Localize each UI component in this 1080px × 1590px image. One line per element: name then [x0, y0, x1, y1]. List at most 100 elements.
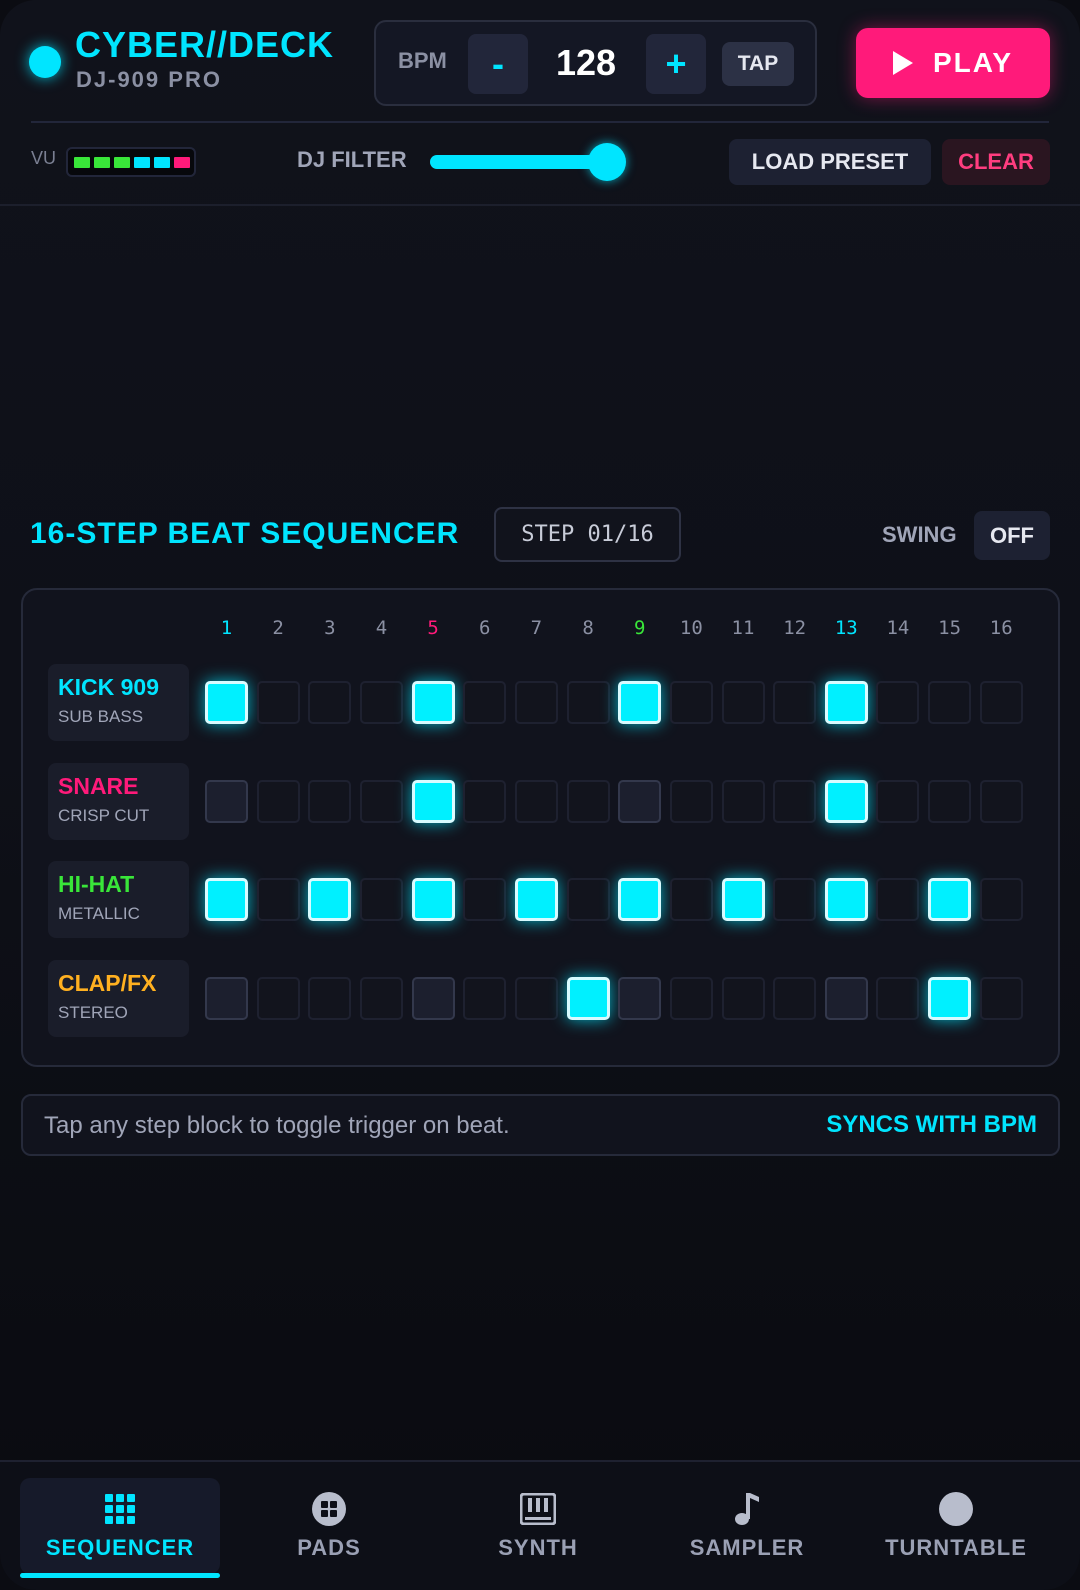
piano-keys-icon: [520, 1491, 556, 1527]
step-cell[interactable]: [979, 780, 1023, 823]
step-cell[interactable]: [721, 780, 765, 823]
step-cell[interactable]: [514, 977, 558, 1020]
step-number-3: 3: [324, 617, 336, 639]
play-button[interactable]: PLAY: [856, 28, 1050, 98]
step-cell[interactable]: [721, 681, 765, 724]
step-cell[interactable]: [773, 780, 817, 823]
step-cell[interactable]: [669, 681, 713, 724]
nav-item-sampler[interactable]: SAMPLER: [647, 1478, 847, 1574]
track-label[interactable]: CLAP/FX STEREO: [48, 960, 189, 1037]
nav-label: SYNTH: [498, 1535, 578, 1560]
tap-tempo-button[interactable]: TAP: [722, 42, 794, 86]
step-cell[interactable]: [411, 780, 455, 823]
step-cell[interactable]: [928, 977, 972, 1020]
bpm-decrease-button[interactable]: -: [468, 34, 528, 94]
step-cell[interactable]: [308, 977, 352, 1020]
step-cell[interactable]: [721, 878, 765, 921]
step-cell[interactable]: [876, 681, 920, 724]
step-cell[interactable]: [205, 878, 248, 921]
step-cell[interactable]: [618, 977, 662, 1020]
step-cell[interactable]: [205, 681, 248, 724]
step-cell[interactable]: [824, 780, 868, 823]
step-cell[interactable]: [773, 681, 817, 724]
nav-item-sequencer[interactable]: SEQUENCER: [20, 1478, 220, 1578]
step-cell[interactable]: [256, 977, 300, 1020]
bpm-increase-button[interactable]: +: [646, 34, 706, 94]
step-cell[interactable]: [773, 878, 817, 921]
top-bar: CYBER//DECK DJ-909 PRO BPM - 128 + TAP P…: [0, 0, 1080, 122]
step-cell[interactable]: [359, 780, 403, 823]
divider: [31, 121, 1049, 123]
step-cell[interactable]: [463, 977, 507, 1020]
step-cell[interactable]: [876, 878, 920, 921]
vu-segment: [154, 156, 170, 168]
track-label[interactable]: KICK 909 SUB BASS: [48, 664, 189, 741]
step-cell[interactable]: [514, 878, 558, 921]
step-cell[interactable]: [721, 977, 765, 1020]
step-number-5: 5: [427, 617, 439, 639]
step-cell[interactable]: [359, 681, 403, 724]
step-cell[interactable]: [463, 780, 507, 823]
step-cell[interactable]: [308, 878, 352, 921]
clear-button[interactable]: CLEAR: [942, 139, 1050, 185]
step-cell[interactable]: [824, 878, 868, 921]
step-cell[interactable]: [256, 780, 300, 823]
step-cell[interactable]: [514, 780, 558, 823]
step-cell[interactable]: [514, 681, 558, 724]
step-cell[interactable]: [308, 681, 352, 724]
step-cell[interactable]: [618, 681, 662, 724]
step-cell[interactable]: [979, 681, 1023, 724]
step-cell[interactable]: [669, 977, 713, 1020]
step-cell[interactable]: [618, 780, 662, 823]
step-cell[interactable]: [359, 878, 403, 921]
step-cell[interactable]: [669, 878, 713, 921]
step-cell[interactable]: [773, 977, 817, 1020]
step-cell[interactable]: [928, 780, 972, 823]
step-cell[interactable]: [824, 977, 868, 1020]
sync-status: SYNCS WITH BPM: [826, 1111, 1037, 1138]
step-cell[interactable]: [411, 977, 455, 1020]
step-cell[interactable]: [928, 878, 972, 921]
step-cell[interactable]: [463, 681, 507, 724]
track-label[interactable]: HI-HAT METALLIC: [48, 861, 189, 938]
track-name: HI-HAT: [58, 871, 135, 897]
step-cell[interactable]: [876, 977, 920, 1020]
hint-text: Tap any step block to toggle trigger on …: [44, 1112, 510, 1139]
nav-item-synth[interactable]: SYNTH: [438, 1478, 638, 1574]
slider-thumb[interactable]: [588, 143, 626, 181]
step-cell[interactable]: [205, 780, 248, 823]
step-cell[interactable]: [928, 681, 972, 724]
step-cell[interactable]: [618, 878, 662, 921]
step-cell[interactable]: [256, 681, 300, 724]
nav-label: SEQUENCER: [45, 1535, 195, 1560]
track-sound: STEREO: [58, 1003, 128, 1022]
step-cell[interactable]: [308, 780, 352, 823]
load-preset-button[interactable]: LOAD PRESET: [729, 139, 931, 185]
vu-segment: [74, 156, 90, 168]
step-cell[interactable]: [824, 681, 868, 724]
app-subtitle: DJ-909 PRO: [76, 67, 222, 92]
dj-filter-slider[interactable]: [430, 143, 626, 181]
step-cell[interactable]: [979, 878, 1023, 921]
step-cell[interactable]: [463, 878, 507, 921]
nav-item-turntable[interactable]: TURNTABLE: [856, 1478, 1056, 1574]
step-cell[interactable]: [566, 878, 610, 921]
step-cell[interactable]: [669, 780, 713, 823]
app-screen: CYBER//DECK DJ-909 PRO BPM - 128 + TAP P…: [0, 0, 1080, 1590]
step-cell[interactable]: [256, 878, 300, 921]
play-icon: [892, 51, 913, 75]
step-cell[interactable]: [411, 878, 455, 921]
swing-toggle-button[interactable]: OFF: [974, 511, 1050, 560]
music-note-icon: [729, 1491, 765, 1527]
step-cell[interactable]: [411, 681, 455, 724]
step-cell[interactable]: [566, 681, 610, 724]
step-number-15: 15: [938, 617, 962, 639]
step-cell[interactable]: [876, 780, 920, 823]
step-cell[interactable]: [566, 977, 610, 1020]
step-cell[interactable]: [359, 977, 403, 1020]
step-cell[interactable]: [979, 977, 1023, 1020]
step-cell[interactable]: [205, 977, 248, 1020]
nav-item-pads[interactable]: PADS: [229, 1478, 429, 1574]
step-cell[interactable]: [566, 780, 610, 823]
track-label[interactable]: SNARE CRISP CUT: [48, 763, 189, 840]
